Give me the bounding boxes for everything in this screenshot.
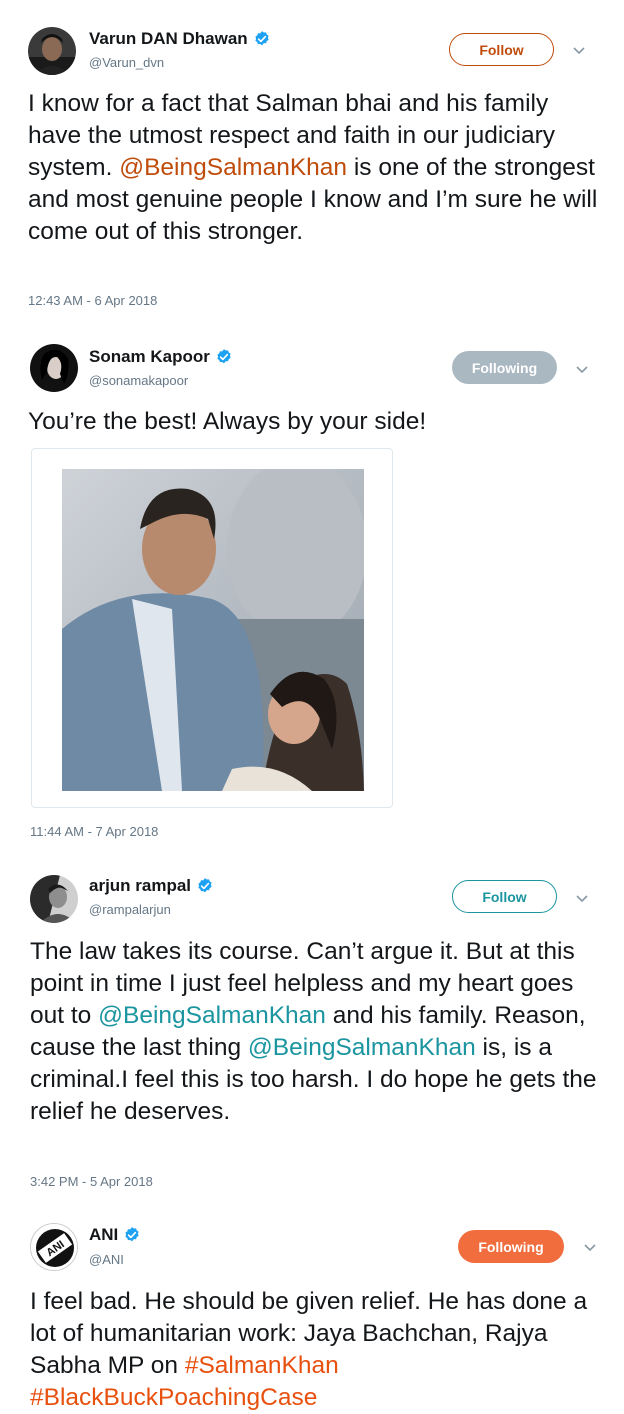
following-button[interactable]: Following (452, 351, 557, 384)
verified-badge-icon (255, 31, 269, 46)
display-name[interactable]: Varun DAN Dhawan (89, 29, 248, 49)
avatar[interactable] (30, 344, 78, 392)
tweet-text: You’re the best! Always by your side! (28, 406, 603, 438)
hashtag-link[interactable]: #SalmanKhan (185, 1352, 339, 1379)
display-name[interactable]: ANI (89, 1225, 118, 1245)
chevron-down-icon[interactable] (583, 1242, 597, 1252)
follow-button[interactable]: Follow (449, 33, 554, 66)
user-handle: @sonamakapoor (89, 373, 189, 388)
hashtag-link[interactable]: #BlackBuckPoachingCase (30, 1384, 317, 1411)
tweet-timestamp[interactable]: 11:44 AM - 7 Apr 2018 (30, 824, 158, 839)
tweet-text-segment: You’re the best! Always by your side! (28, 408, 427, 435)
tweet-text: I feel bad. He should be given relief. H… (30, 1286, 605, 1414)
chevron-down-icon[interactable] (575, 893, 589, 903)
author-row: ANI (89, 1225, 141, 1245)
mention-link[interactable]: @BeingSalmanKhan (248, 1034, 476, 1061)
tweet-text: I know for a fact that Salman bhai and h… (28, 88, 603, 248)
avatar[interactable] (30, 875, 78, 923)
verified-badge-icon (217, 349, 231, 364)
user-handle: @rampalarjun (89, 902, 171, 917)
mention-link[interactable]: @BeingSalmanKhan (98, 1002, 326, 1029)
tweet-photo-card[interactable] (31, 448, 393, 808)
chevron-down-icon[interactable] (575, 364, 589, 374)
avatar[interactable]: ANI (30, 1223, 78, 1271)
verified-badge-icon (125, 1227, 139, 1242)
mention-link[interactable]: @BeingSalmanKhan (119, 154, 347, 181)
following-button[interactable]: Following (458, 1230, 564, 1263)
author-row: arjun rampal (89, 876, 214, 896)
display-name[interactable]: arjun rampal (89, 876, 191, 896)
user-handle: @ANI (89, 1252, 124, 1267)
tweet-timestamp[interactable]: 12:43 AM - 6 Apr 2018 (28, 293, 157, 308)
display-name[interactable]: Sonam Kapoor (89, 347, 210, 367)
author-row: Sonam Kapoor (89, 347, 233, 367)
tweet-photo[interactable] (62, 469, 364, 791)
verified-badge-icon (198, 878, 212, 893)
chevron-down-icon[interactable] (572, 45, 586, 55)
follow-button[interactable]: Follow (452, 880, 557, 913)
tweet-text: The law takes its course. Can’t argue it… (30, 936, 605, 1128)
author-row: Varun DAN Dhawan (89, 29, 271, 49)
avatar[interactable] (28, 27, 76, 75)
tweet-timestamp[interactable]: 3:42 PM - 5 Apr 2018 (30, 1174, 153, 1189)
user-handle: @Varun_dvn (89, 55, 165, 70)
